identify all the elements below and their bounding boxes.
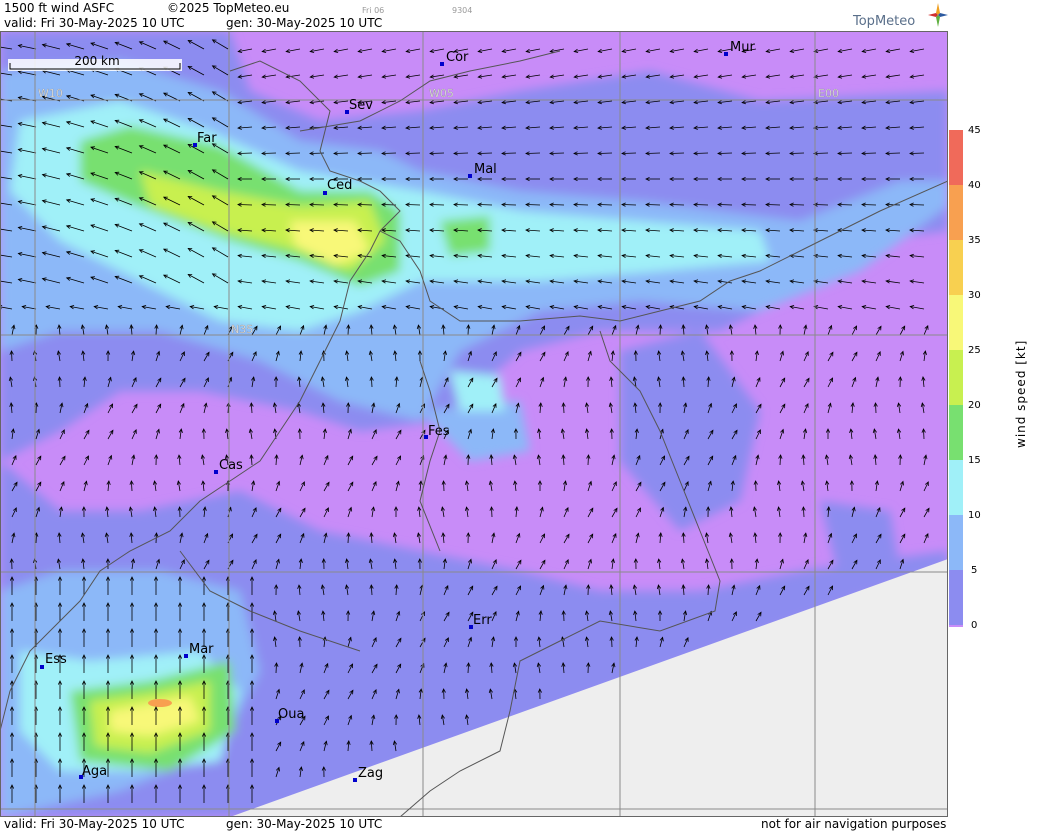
wind-arrow [285,204,301,206]
wind-speed-legend-bar [949,130,963,627]
product-title: 1500 ft wind ASFC [4,1,115,15]
footer-disclaimer: not for air navigation purposes [761,817,947,831]
wind-arrow [525,204,541,206]
wind-arrow [501,152,517,154]
wind-arrow [405,204,421,206]
wind-arrow [573,152,589,154]
wind-arrow [333,204,349,206]
valid-time: valid: Fri 30-May-2025 10 UTC [4,16,185,30]
wind-arrow [573,204,589,206]
wind-arrow [477,152,493,154]
wind-arrow [717,152,733,154]
wind-arrow [549,204,565,206]
legend-tick-45: 45 [968,125,981,136]
city-cor: Cor [446,50,469,65]
topmeteo-logo: TopMeteo [853,2,948,30]
city-ess: Ess [45,652,67,667]
wind-arrow [765,204,781,206]
wind-arrow [453,152,469,154]
wind-arrow [669,152,685,154]
wind-arrow [861,152,877,154]
city-zag: Zag [358,766,383,781]
footer-generated-time: gen: 30-May-2025 10 UTC [226,817,383,831]
legend-tick-30: 30 [968,290,981,301]
wind-arrow [309,204,325,206]
wind-arrow [693,204,709,206]
wind-arrow [453,204,469,206]
legend-tick-40: 40 [968,180,981,191]
wind-arrow [429,152,445,154]
wind-arrow [837,152,853,154]
wind-arrow [909,152,925,154]
wind-arrow [237,204,253,206]
wind-arrow [357,204,373,206]
wind-arrow [405,152,421,154]
city-mal: Mal [474,162,497,177]
wind-arrow [597,204,613,206]
wind-arrow [813,152,829,154]
wind-arrow [429,204,445,206]
legend-tick-25: 25 [968,345,981,356]
city-mur: Mur [730,40,755,55]
wind-arrow [717,204,733,206]
wind-arrow [645,204,661,206]
legend-title: wind speed [kt] [1014,339,1028,448]
legend-tick-15: 15 [968,455,981,466]
wind-arrow [909,204,925,206]
wind-arrow [597,152,613,154]
generated-time: gen: 30-May-2025 10 UTC [226,16,383,30]
grid-label-n35: N35 [231,323,253,336]
city-err: Err [473,613,492,628]
wind-arrow [477,204,493,206]
grid-label-e00: E00 [818,87,839,100]
wind-arrow [669,204,685,206]
legend-tick-0: 0 [971,620,978,631]
wind-arrow [285,152,301,154]
footer-valid-time: valid: Fri 30-May-2025 10 UTC [4,817,185,831]
wind-arrow [237,152,253,154]
scale-label: 200 km [74,54,119,68]
wind-arrow [549,152,565,154]
grid-label-w10: W10 [38,87,63,100]
wind-arrow [885,152,901,154]
wind-arrow [333,152,349,154]
small-code-label: 9304 [452,6,473,15]
wind-arrow [645,152,661,154]
grid-label-w05: W05 [429,87,454,100]
wind-arrow [501,204,517,206]
city-far: Far [197,131,217,146]
copyright-text: ©2025 TopMeteo.eu [167,1,290,15]
wind-arrow [261,152,277,154]
wind-arrow [837,204,853,206]
city-ced: Ced [327,178,352,193]
peak-wind-spot [148,699,172,707]
city-cas: Cas [219,458,243,473]
wind-arrow [741,152,757,154]
city-oua: Oua [278,707,304,722]
legend-tick-20: 20 [968,400,981,411]
wind-arrow [789,204,805,206]
wind-arrow [261,204,277,206]
wind-arrow [813,204,829,206]
wind-arrow [861,204,877,206]
city-fes: Fes [428,424,450,439]
compass-logo-icon [928,3,948,27]
wind-arrow [525,152,541,154]
wind-arrow [693,152,709,154]
wind-arrow [621,204,637,206]
city-mar: Mar [189,642,214,657]
wind-arrow [765,152,781,154]
wind-map: 200 km W10 W05 E00 N35 Cor Mur Sev Far C… [0,31,948,817]
wind-arrow [381,152,397,154]
wind-arrow [309,152,325,154]
wind-arrow [621,152,637,154]
legend-tick-5: 5 [971,565,978,576]
legend-tick-10: 10 [968,510,981,521]
wind-arrow [741,204,757,206]
legend-tick-35: 35 [968,235,981,246]
wind-arrow [789,152,805,154]
city-aga: Aga [82,764,107,779]
wind-arrow [357,152,373,154]
city-sev: Sev [349,98,373,113]
